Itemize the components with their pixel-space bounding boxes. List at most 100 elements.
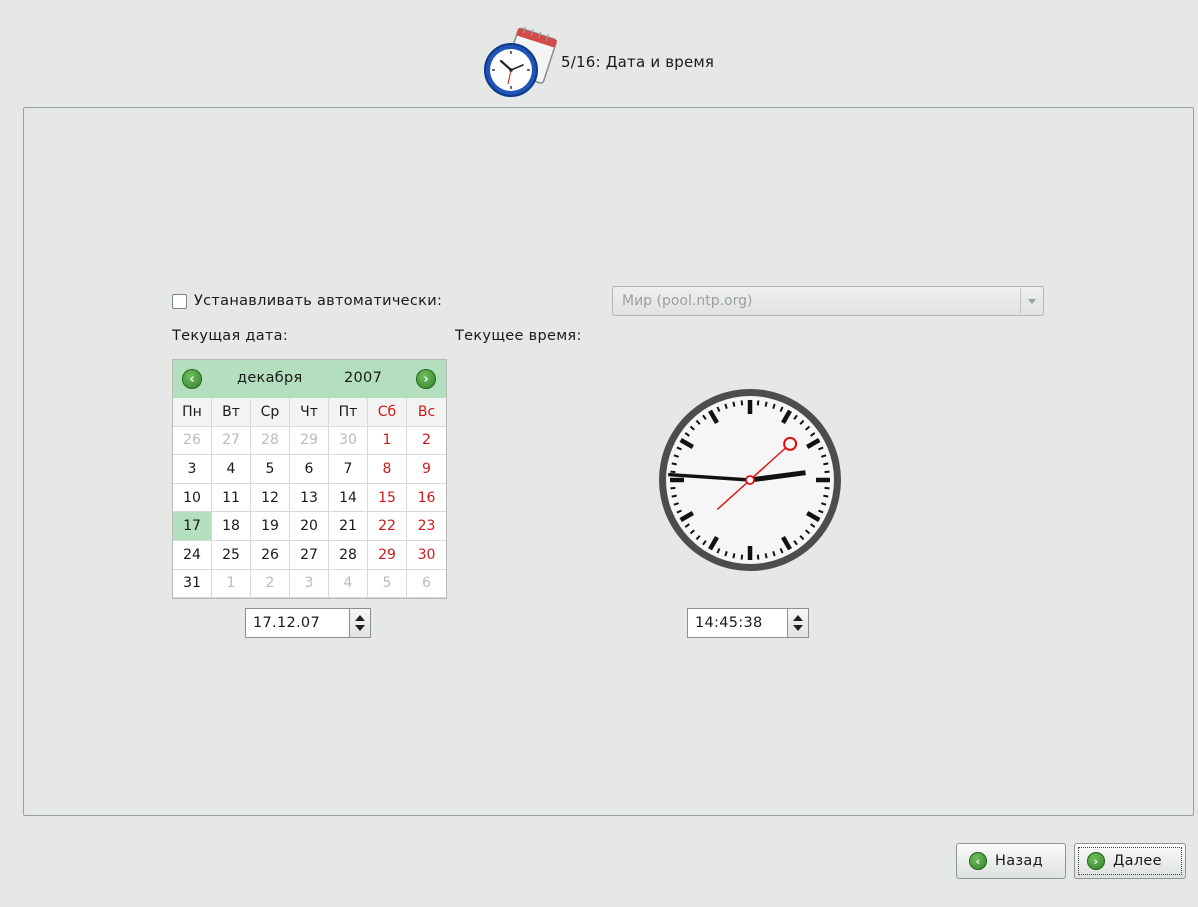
weekday-header: Пн [173,398,212,427]
minute-tick [756,554,760,560]
next-button[interactable]: › Далее [1074,843,1186,879]
calendar-day[interactable]: 22 [368,512,407,541]
calendar-day[interactable]: 6 [407,570,446,599]
arrow-left-icon: ‹ [969,852,987,870]
calendar-day[interactable]: 30 [407,541,446,570]
weekday-header: Вт [212,398,251,427]
calendar-day[interactable]: 1 [368,426,407,456]
time-spin-buttons[interactable] [787,609,808,637]
arrow-down-icon[interactable] [793,625,803,631]
minute-tick [732,553,736,559]
auto-sync-label[interactable]: Устанавливать автоматически: [194,293,442,309]
calendar-day[interactable]: 2 [407,427,446,456]
calendar-day[interactable]: 29 [368,540,407,570]
minute-tick [670,486,676,490]
time-value[interactable]: 14:45:38 [688,615,787,631]
minute-tick [732,401,736,407]
clock-center-pin [745,475,755,485]
calendar-day[interactable]: 18 [212,512,251,541]
prev-month-icon[interactable]: ‹ [182,369,202,389]
analog-clock [659,389,841,571]
calendar-day[interactable]: 21 [329,512,368,541]
calendar-day[interactable]: 29 [290,426,329,456]
header: 5/16: Дата и время [0,0,1198,106]
calendar-day[interactable]: 20 [290,512,329,541]
calendar-month: декабря [237,370,303,386]
date-spinbox[interactable]: 17.12.07 [245,608,371,638]
calendar-header: ‹ декабря 2007 › [173,360,446,398]
calendar-day[interactable]: 8 [368,455,407,484]
calendar-day[interactable]: 3 [290,569,329,599]
date-spin-buttons[interactable] [349,609,370,637]
calendar-day[interactable]: 2 [251,569,290,599]
weekday-header: Вс [407,398,446,427]
minute-tick [823,494,829,498]
calendar-day[interactable]: 28 [251,426,290,456]
minute-tick [764,553,768,559]
calendar-day[interactable]: 5 [251,455,290,484]
calendar-day[interactable]: 5 [368,569,407,599]
clock-calendar-icon [484,26,557,97]
calendar-day[interactable]: 28 [329,540,368,570]
time-spinbox[interactable]: 14:45:38 [687,608,809,638]
current-time-label: Текущее время: [455,328,582,344]
calendar-year: 2007 [344,370,383,386]
minute-tick [824,486,830,490]
next-button-label: Далее [1113,853,1162,869]
calendar-day[interactable]: 4 [329,569,368,599]
calendar-day[interactable]: 26 [173,426,212,456]
calendar-day[interactable]: 27 [290,540,329,570]
auto-sync-row[interactable]: Устанавливать автоматически: [172,290,442,312]
ntp-server-value: Мир (pool.ntp.org) [622,293,753,309]
next-month-icon[interactable]: › [416,369,436,389]
calendar-day[interactable]: 23 [407,512,446,541]
calendar-day[interactable]: 17 [173,512,212,541]
minute-tick [670,470,676,474]
current-date-label: Текущая дата: [172,328,289,344]
calendar-day[interactable]: 27 [212,426,251,456]
calendar-day[interactable]: 30 [329,426,368,456]
calendar-day[interactable]: 24 [173,540,212,570]
calendar-grid: Пн Вт Ср Чт Пт Сб Вс 26 27 28 29 30 1 2 3 4 5 6 7 8 9 10 11 12 1… [173,398,446,599]
calendar-day[interactable]: 15 [368,483,407,513]
calendar-day[interactable]: 31 [173,569,212,599]
calendar-day[interactable]: 14 [329,483,368,513]
weekday-header: Чт [290,398,329,427]
next-button-focus: › Далее [1078,847,1182,875]
arrow-right-icon: › [1087,852,1105,870]
date-value[interactable]: 17.12.07 [246,615,349,631]
calendar-day[interactable]: 9 [407,455,446,484]
calendar-day[interactable]: 16 [407,484,446,513]
calendar-day[interactable]: 1 [212,569,251,599]
page-title: 5/16: Дата и время [561,53,715,71]
minute-tick [756,400,760,406]
chevron-down-icon [1028,298,1036,304]
calendar-day[interactable]: 3 [173,455,212,484]
minute-tick [764,401,768,407]
arrow-down-icon[interactable] [355,625,365,631]
back-button[interactable]: ‹ Назад [956,843,1066,879]
calendar-day[interactable]: 4 [212,455,251,484]
weekday-header: Пт [329,398,368,427]
back-button-label: Назад [995,853,1043,869]
minute-tick [671,494,677,498]
calendar-day[interactable]: 13 [290,483,329,513]
calendar-day[interactable]: 10 [173,483,212,513]
minute-tick [740,400,744,406]
minute-tick [740,554,744,560]
calendar-day[interactable]: 26 [251,540,290,570]
calendar-day[interactable]: 12 [251,483,290,513]
calendar-day[interactable]: 6 [290,455,329,484]
calendar-day[interactable]: 19 [251,512,290,541]
ntp-server-select: Мир (pool.ntp.org) [612,286,1044,316]
minute-tick [671,462,677,466]
calendar[interactable]: ‹ декабря 2007 › Пн Вт Ср Чт Пт Сб Вс 26 27 28 29 3… [172,359,447,599]
arrow-up-icon[interactable] [355,615,365,621]
dropdown-arrow [1020,288,1043,314]
calendar-day[interactable]: 7 [329,455,368,484]
calendar-day[interactable]: 25 [212,540,251,570]
arrow-up-icon[interactable] [793,615,803,621]
auto-sync-checkbox[interactable] [172,293,187,309]
minute-tick [824,470,830,474]
calendar-day[interactable]: 11 [212,483,251,513]
